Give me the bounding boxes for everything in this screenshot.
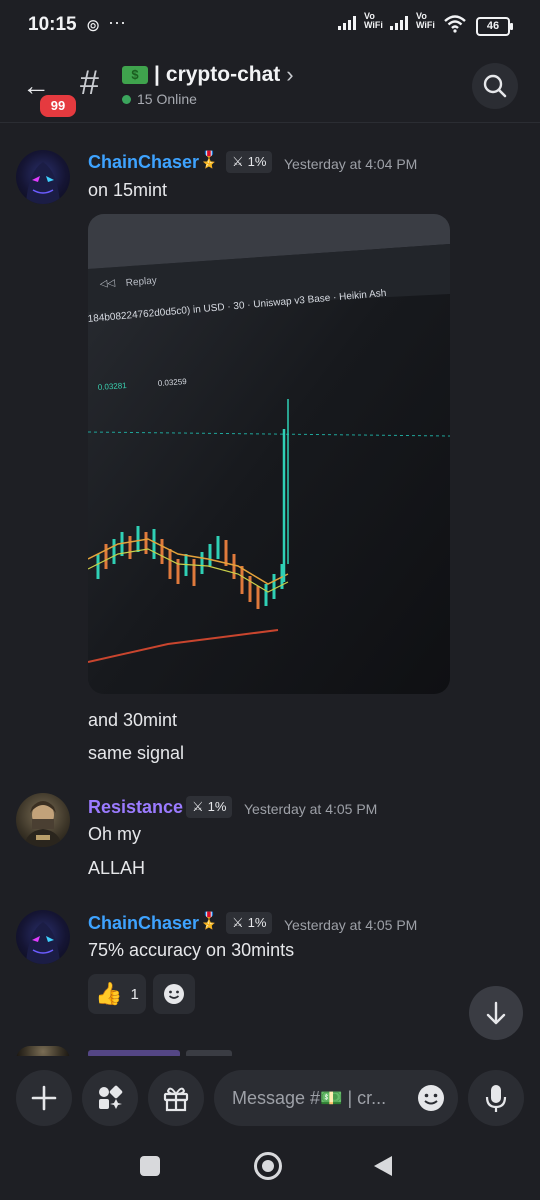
unread-badge: 99 — [37, 92, 79, 120]
signal-icon — [338, 16, 356, 30]
message-composer: Message #💵 | cr... — [0, 1056, 540, 1140]
system-nav-bar — [0, 1140, 540, 1200]
online-dot — [122, 94, 131, 104]
hooded-figure-avatar-icon — [26, 162, 60, 204]
sword-icon: ⚔ — [232, 154, 244, 169]
avatar-chainchaser[interactable] — [16, 910, 70, 964]
reaction-thumbs-up[interactable]: 👍 1 — [88, 974, 146, 1014]
add-reaction-button[interactable] — [153, 974, 195, 1014]
apps-button[interactable] — [82, 1070, 138, 1126]
add-attachment-button[interactable] — [16, 1070, 72, 1126]
money-emoji-icon: $ — [122, 66, 148, 84]
battery-icon: 46 — [476, 17, 513, 36]
apps-sparkle-icon — [99, 1085, 123, 1109]
role-badge[interactable]: ⚔ 1% — [226, 912, 273, 934]
message-input[interactable]: Message #💵 | cr... — [214, 1070, 458, 1126]
message-timestamp: Yesterday at 4:05 PM — [284, 917, 418, 933]
sword-icon: ⚔ — [192, 799, 204, 814]
signal-icon-2 — [390, 16, 408, 30]
message-text: Oh my — [88, 824, 142, 844]
jump-to-bottom-button[interactable] — [469, 986, 523, 1040]
search-button[interactable] — [472, 63, 518, 109]
back-triangle-icon[interactable] — [372, 1154, 394, 1178]
channel-hash-icon: # — [80, 64, 99, 102]
vowifi-label-2: Vo WiFi — [416, 11, 435, 30]
medal-icon: 🎖️ — [199, 913, 219, 930]
wifi-icon — [444, 15, 466, 33]
role-badge[interactable]: ⚔ 1% — [226, 151, 273, 173]
search-icon — [483, 74, 507, 98]
thumbs-up-icon: 👍 — [95, 981, 123, 1006]
attached-chart-photo[interactable]: ◁◁ Replay 184b08224762d0d5c0) in USD · 3… — [88, 214, 450, 694]
channel-header: ← 99 # $ | crypto-chat › 15 Online — [0, 50, 540, 123]
vowifi-label-1: Vo WiFi — [364, 11, 383, 30]
voice-message-button[interactable] — [468, 1070, 524, 1126]
message-text: on 15mint — [88, 180, 168, 200]
gift-icon — [163, 1087, 189, 1112]
chevron-right-icon: › — [286, 62, 294, 87]
more-notifications-icon: ··· — [108, 12, 126, 32]
message-text: same signal — [88, 743, 185, 763]
sword-icon: ⚔ — [232, 915, 244, 930]
arrow-down-icon — [486, 1001, 506, 1025]
emoji-picker-icon[interactable] — [416, 1083, 446, 1113]
message-text: 75% accuracy on 30mints — [88, 940, 295, 960]
role-badge[interactable]: ⚔ 1% — [186, 796, 233, 818]
message-timestamp: Yesterday at 4:04 PM — [284, 156, 418, 172]
author-name[interactable]: Resistance — [88, 797, 183, 818]
reaction-count: 1 — [130, 985, 139, 1003]
home-circle-icon[interactable] — [254, 1152, 282, 1180]
author-name[interactable]: ChainChaser — [88, 913, 199, 934]
channel-name: crypto-chat — [165, 63, 281, 86]
online-text: 15 Online — [137, 91, 197, 107]
channel-title[interactable]: $ | crypto-chat › — [122, 62, 294, 88]
avatar-resistance[interactable] — [16, 793, 70, 847]
clock: 10:15 — [28, 14, 77, 35]
author-name[interactable]: ChainChaser — [88, 152, 199, 173]
message-text: and 30mint — [88, 710, 178, 730]
masked-soldier-avatar-icon — [24, 801, 62, 847]
gift-button[interactable] — [148, 1070, 204, 1126]
message-placeholder: Message #💵 | cr... — [232, 1088, 387, 1108]
online-count: 15 Online — [122, 91, 197, 107]
message-timestamp: Yesterday at 4:05 PM — [244, 801, 378, 817]
microphone-icon — [485, 1085, 507, 1112]
chart-photo-image: ◁◁ Replay 184b08224762d0d5c0) in USD · 3… — [88, 214, 450, 694]
avatar-chainchaser[interactable] — [16, 150, 70, 204]
plus-icon — [31, 1085, 57, 1111]
message-text: ALLAH — [88, 858, 146, 878]
hooded-figure-avatar-icon — [26, 922, 60, 964]
smiley-add-icon — [164, 984, 184, 1004]
svg-text:◁◁: ◁◁ — [99, 278, 116, 290]
title-divider: | — [154, 63, 160, 86]
status-bar: 10:15 ⊚ ··· Vo WiFi Vo WiFi 46 — [0, 0, 540, 50]
recents-square-icon[interactable] — [140, 1156, 160, 1176]
sync-icon: ⊚ — [86, 16, 101, 35]
medal-icon: 🎖️ — [199, 152, 219, 169]
